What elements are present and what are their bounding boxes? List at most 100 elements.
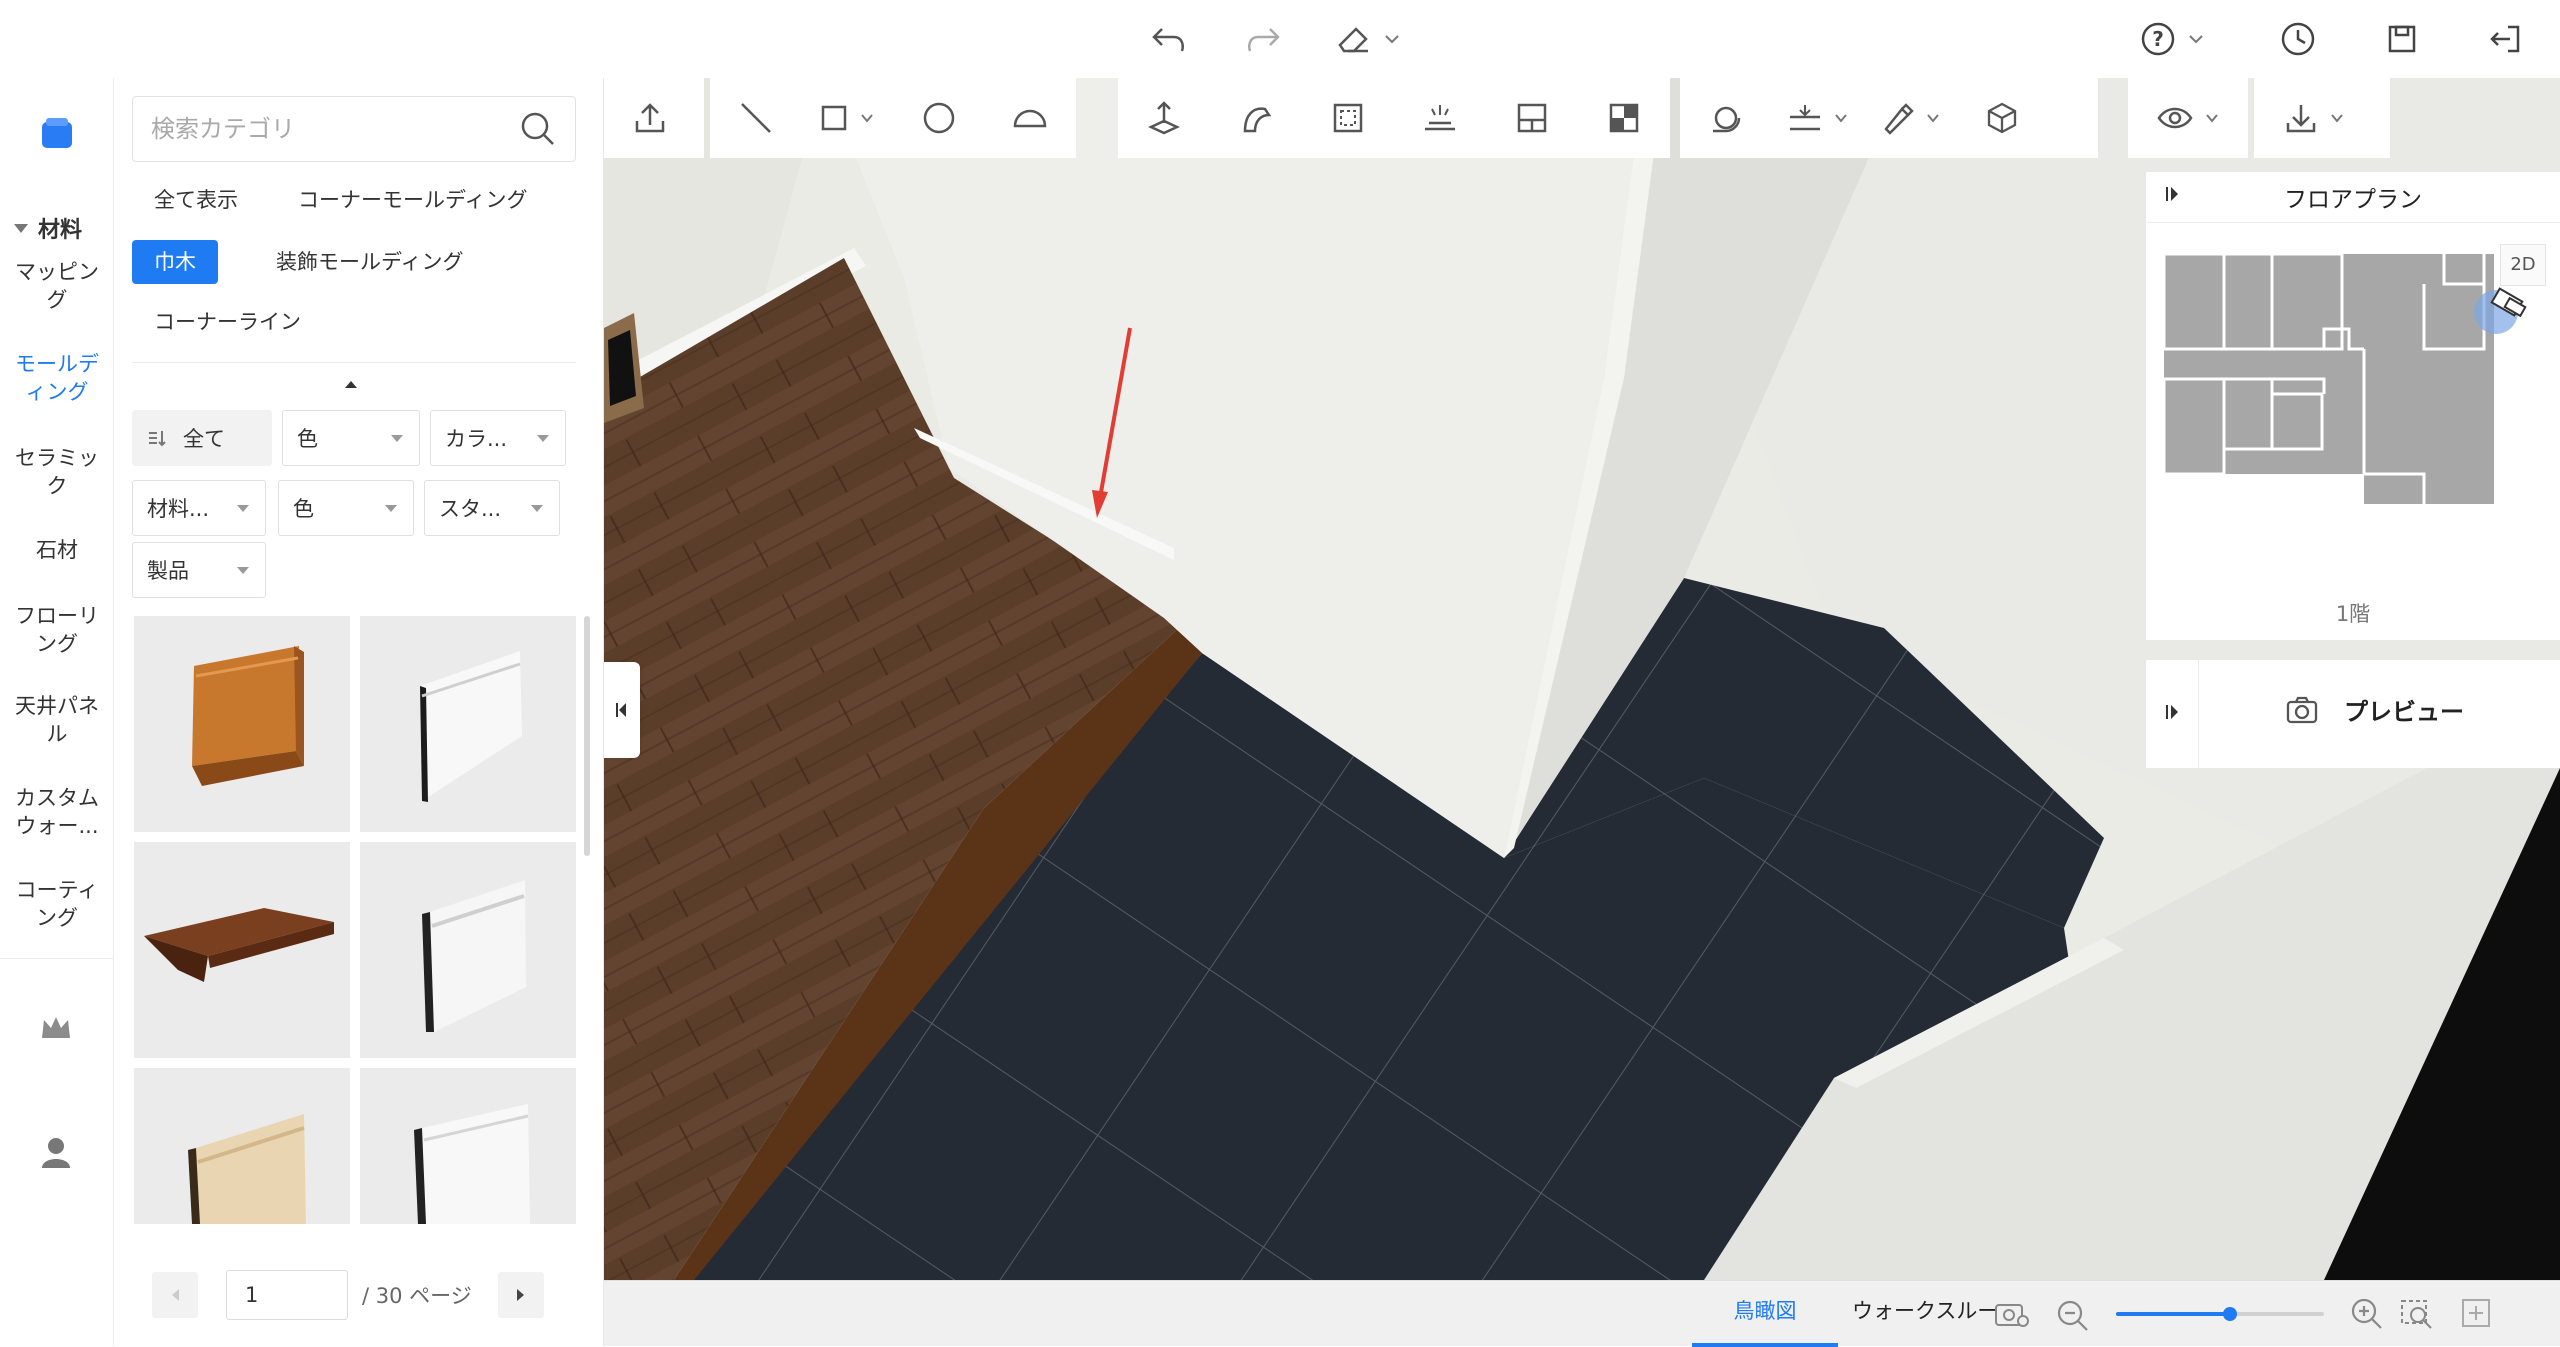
extrude-tool[interactable] xyxy=(1118,78,1210,158)
download-icon xyxy=(2286,105,2316,133)
filter-color-2[interactable]: 色 xyxy=(278,480,414,536)
product-tile-white-flat-baseboard[interactable] xyxy=(360,1068,576,1224)
zoom-in-button[interactable] xyxy=(2350,1297,2384,1335)
rail-item-ceramic[interactable]: セラミック xyxy=(0,444,114,500)
exit-button[interactable] xyxy=(2486,16,2526,62)
caret-up-icon xyxy=(345,381,357,388)
zoom-slider-knob[interactable] xyxy=(2223,1307,2238,1321)
category-chip-corner-molding[interactable]: コーナーモールディング xyxy=(276,178,550,222)
view-rotate-tool[interactable] xyxy=(1680,78,1772,158)
download-tool[interactable] xyxy=(2254,78,2374,158)
screenshot-button[interactable] xyxy=(1994,1297,2030,1333)
camera-position-marker[interactable] xyxy=(2486,284,2532,328)
tab-birds-eye[interactable]: 鳥瞰図 xyxy=(1692,1281,1838,1347)
rail-item-ceiling-panel[interactable]: 天井パネル xyxy=(0,692,114,748)
select-area-tool[interactable] xyxy=(1302,78,1394,158)
line-tool[interactable] xyxy=(710,78,802,158)
help-icon: ? xyxy=(2141,22,2175,56)
chevron-right-icon xyxy=(517,1289,524,1301)
eraser-button[interactable] xyxy=(1334,16,1400,62)
view-mode-2d-button[interactable]: 2D xyxy=(2500,244,2546,286)
filter-label: 製品 xyxy=(147,559,189,583)
sweep-tool[interactable] xyxy=(1210,78,1302,158)
toolbar-group-file xyxy=(604,78,704,158)
page-number-input[interactable] xyxy=(226,1270,348,1320)
svg-text:?: ? xyxy=(2152,27,2164,51)
toolbar-group-export xyxy=(2254,78,2390,158)
sweep-icon xyxy=(1243,107,1272,133)
account-button[interactable] xyxy=(38,1134,74,1174)
split-tool[interactable] xyxy=(1578,78,1670,158)
product-tile-pine-baseboard[interactable] xyxy=(134,1068,350,1224)
filter-label: 色 xyxy=(293,497,314,521)
fit-view-button[interactable] xyxy=(2400,1297,2434,1335)
arc-icon xyxy=(1013,109,1047,128)
rail-item-coating[interactable]: コーティング xyxy=(0,876,114,932)
eye-icon xyxy=(2157,107,2193,129)
brush-tool[interactable] xyxy=(1864,78,1956,158)
undo-button[interactable] xyxy=(1150,16,1190,62)
floorplan-divider xyxy=(2146,222,2560,223)
filter-style[interactable]: スタ... xyxy=(424,480,560,536)
white-baseboard-image xyxy=(420,651,522,802)
preview-button[interactable]: プレビュー xyxy=(2286,692,2464,727)
rail-item-flooring[interactable]: フローリング xyxy=(0,602,114,658)
filter-color-type[interactable]: カラ... xyxy=(430,410,566,466)
arc-tool[interactable] xyxy=(985,78,1077,158)
circle-tool[interactable] xyxy=(893,78,985,158)
upload-tool[interactable] xyxy=(604,78,696,158)
product-tile-white-tall-baseboard[interactable] xyxy=(360,842,576,1058)
save-button[interactable] xyxy=(2382,16,2422,62)
search-input[interactable] xyxy=(151,115,511,143)
collapse-panel-handle[interactable] xyxy=(604,662,640,758)
filter-product[interactable]: 製品 xyxy=(132,542,266,598)
category-chip-decorative-molding[interactable]: 装飾モールディング xyxy=(254,240,486,284)
chevron-down-icon xyxy=(2331,114,2343,123)
fullscreen-button[interactable] xyxy=(2460,1297,2492,1333)
zoom-out-button[interactable] xyxy=(2056,1299,2090,1337)
materials-nav-button[interactable] xyxy=(36,112,78,154)
category-chip-baseboard[interactable]: 巾木 xyxy=(132,240,218,284)
align-icon xyxy=(1790,105,1820,131)
light-tool[interactable] xyxy=(1394,78,1486,158)
rectangle-tool[interactable] xyxy=(802,78,894,158)
materials-section-header[interactable]: 材料 xyxy=(0,208,114,248)
zoom-slider[interactable] xyxy=(2116,1307,2324,1321)
search-icon[interactable] xyxy=(519,110,557,148)
product-tile-wood-baseboard[interactable] xyxy=(134,616,350,832)
filter-material[interactable]: 材料... xyxy=(132,480,266,536)
floor-level-label[interactable]: 1階 xyxy=(2146,598,2560,628)
tab-walkthrough[interactable]: ウォークスルー xyxy=(1852,1281,2002,1347)
product-tile-walnut-cornice[interactable] xyxy=(134,842,350,1058)
collapse-preview-button[interactable] xyxy=(2164,702,2182,726)
sort-all-button[interactable]: 全て xyxy=(132,410,272,466)
split-icon xyxy=(1609,103,1639,133)
collapse-categories-button[interactable] xyxy=(344,374,358,393)
product-tile-white-baseboard[interactable] xyxy=(360,616,576,832)
rail-item-mapping[interactable]: マッピング xyxy=(0,258,114,314)
filter-label: 色 xyxy=(297,427,318,451)
chevron-down-icon xyxy=(1927,114,1939,123)
next-page-button[interactable] xyxy=(498,1272,544,1318)
prev-page-button[interactable] xyxy=(152,1272,198,1318)
visibility-tool[interactable] xyxy=(2128,78,2248,158)
align-tool[interactable] xyxy=(1772,78,1864,158)
product-list-scrollbar[interactable] xyxy=(584,616,590,856)
rail-item-custom-wall[interactable]: カスタムウォー... xyxy=(0,784,114,840)
premium-button[interactable] xyxy=(38,1012,74,1048)
rail-item-stone[interactable]: 石材 xyxy=(0,536,114,564)
category-chip-corner-line[interactable]: コーナーライン xyxy=(132,300,323,344)
rail-item-molding[interactable]: モールディング xyxy=(0,350,114,406)
chevron-left-icon xyxy=(172,1289,179,1301)
cube-tool[interactable] xyxy=(1956,78,2048,158)
window-tool[interactable] xyxy=(1486,78,1578,158)
caret-down-icon xyxy=(385,504,397,512)
section-title: 材料 xyxy=(38,218,83,243)
help-button[interactable]: ? xyxy=(2138,16,2204,62)
category-chip-all[interactable]: 全て表示 xyxy=(132,178,260,222)
redo-button[interactable] xyxy=(1242,16,1282,62)
white-flat-baseboard-image xyxy=(414,1104,530,1224)
filter-color[interactable]: 色 xyxy=(282,410,420,466)
zoom-slider-fill xyxy=(2116,1312,2231,1316)
history-button[interactable] xyxy=(2278,16,2318,62)
